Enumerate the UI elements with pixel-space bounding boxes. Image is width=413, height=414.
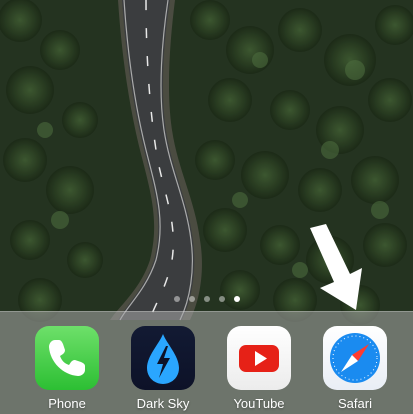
app-youtube[interactable]: YouTube: [225, 326, 293, 411]
app-phone[interactable]: Phone: [33, 326, 101, 411]
page-dot-active: [233, 296, 240, 302]
page-dot: [203, 296, 210, 302]
app-label: Dark Sky: [136, 396, 190, 411]
phone-icon: [35, 326, 99, 390]
page-dot: [218, 296, 225, 302]
app-label: Phone: [48, 396, 86, 411]
dock: Phone Dark Sky YouTube Safari: [0, 311, 413, 414]
dark-sky-icon: [131, 326, 195, 390]
page-dot: [173, 296, 180, 302]
youtube-icon: [227, 326, 291, 390]
app-dark-sky[interactable]: Dark Sky: [129, 326, 197, 411]
down-arrow-indicator: [310, 224, 362, 310]
safari-compass-icon: [323, 326, 387, 390]
app-safari[interactable]: Safari: [321, 326, 389, 411]
app-label: Safari: [338, 396, 372, 411]
page-dot: [188, 296, 195, 302]
home-screen: Phone Dark Sky YouTube Safari: [0, 0, 413, 414]
app-label: YouTube: [233, 396, 285, 411]
